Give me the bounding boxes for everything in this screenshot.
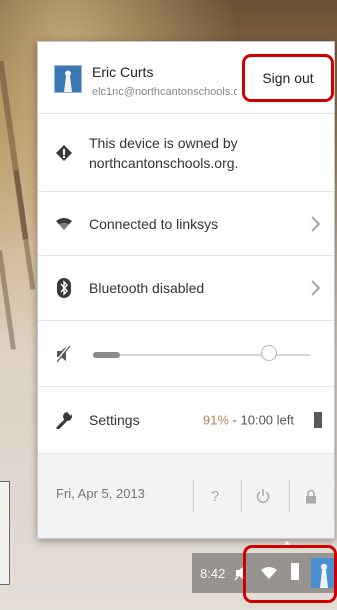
avatar [54, 65, 82, 93]
volume-slider-track[interactable] [93, 354, 310, 356]
settings-row[interactable]: Settings 91% - 10:00 left [38, 387, 334, 454]
wrench-icon [55, 412, 72, 429]
clock[interactable]: 8:42 [200, 566, 225, 581]
lock-button[interactable] [291, 476, 331, 516]
sign-out-highlight: Sign out [242, 54, 334, 102]
system-tray-menu: Eric Curts elc1nc@northcantonschools.org… [37, 41, 335, 539]
power-button[interactable] [243, 476, 283, 516]
owner-icon-cell [38, 144, 89, 162]
network-label: Connected to linksys [89, 215, 219, 232]
help-button[interactable]: ? [195, 476, 235, 516]
volume-slider-fill [93, 352, 120, 358]
battery-icon [314, 412, 322, 428]
background-window-edge [0, 481, 10, 585]
power-icon [256, 489, 270, 503]
status-area-highlight [243, 545, 337, 603]
bluetooth-label: Bluetooth disabled [89, 280, 205, 296]
wallpaper-streak [0, 250, 16, 350]
chevron-right-icon [311, 215, 320, 232]
owner-line-1: This device is owned by [89, 134, 238, 151]
volume-slider-thumb[interactable] [261, 345, 277, 361]
bluetooth-icon [56, 278, 71, 298]
chevron-right-icon [311, 280, 320, 296]
settings-icon-cell [38, 411, 89, 429]
battery-time-left: 10:00 left [240, 412, 295, 428]
owner-line-2: northcantonschools.org. [89, 154, 239, 171]
lock-icon [306, 489, 316, 503]
footer-divider [289, 480, 290, 512]
date-label: Fri, Apr 5, 2013 [56, 486, 145, 501]
avatar-icon [55, 66, 81, 92]
footer-divider [193, 480, 194, 512]
wallpaper-streak [13, 170, 36, 290]
speaker-muted-icon [55, 345, 71, 363]
speaker-icon-cell[interactable] [55, 345, 73, 368]
wifi-icon [55, 217, 72, 230]
device-owner-row: This device is owned by northcantonschoo… [38, 114, 334, 192]
enterprise-icon [55, 144, 72, 161]
user-avatar [54, 65, 82, 93]
user-name: Eric Curts [92, 64, 154, 80]
bluetooth-row[interactable]: Bluetooth disabled [38, 256, 334, 321]
volume-row [38, 321, 334, 387]
sign-out-button[interactable]: Sign out [258, 68, 318, 88]
user-email: elc1nc@northcantonschools.org [92, 86, 237, 98]
bluetooth-icon-cell [38, 278, 89, 298]
battery-percent: 91% [202, 412, 229, 428]
network-row[interactable]: Connected to linksys [38, 192, 334, 256]
owner-text: This device is owned by northcantonschoo… [89, 133, 238, 173]
battery-status: 91% - 10:00 left [203, 413, 294, 428]
user-account-row: Eric Curts elc1nc@northcantonschools.org… [38, 42, 334, 114]
wifi-icon-cell [38, 217, 89, 231]
tray-footer: Fri, Apr 5, 2013 ? [38, 454, 334, 538]
battery-separator: - [228, 412, 241, 428]
footer-divider [241, 480, 242, 512]
settings-label: Settings [89, 412, 140, 428]
